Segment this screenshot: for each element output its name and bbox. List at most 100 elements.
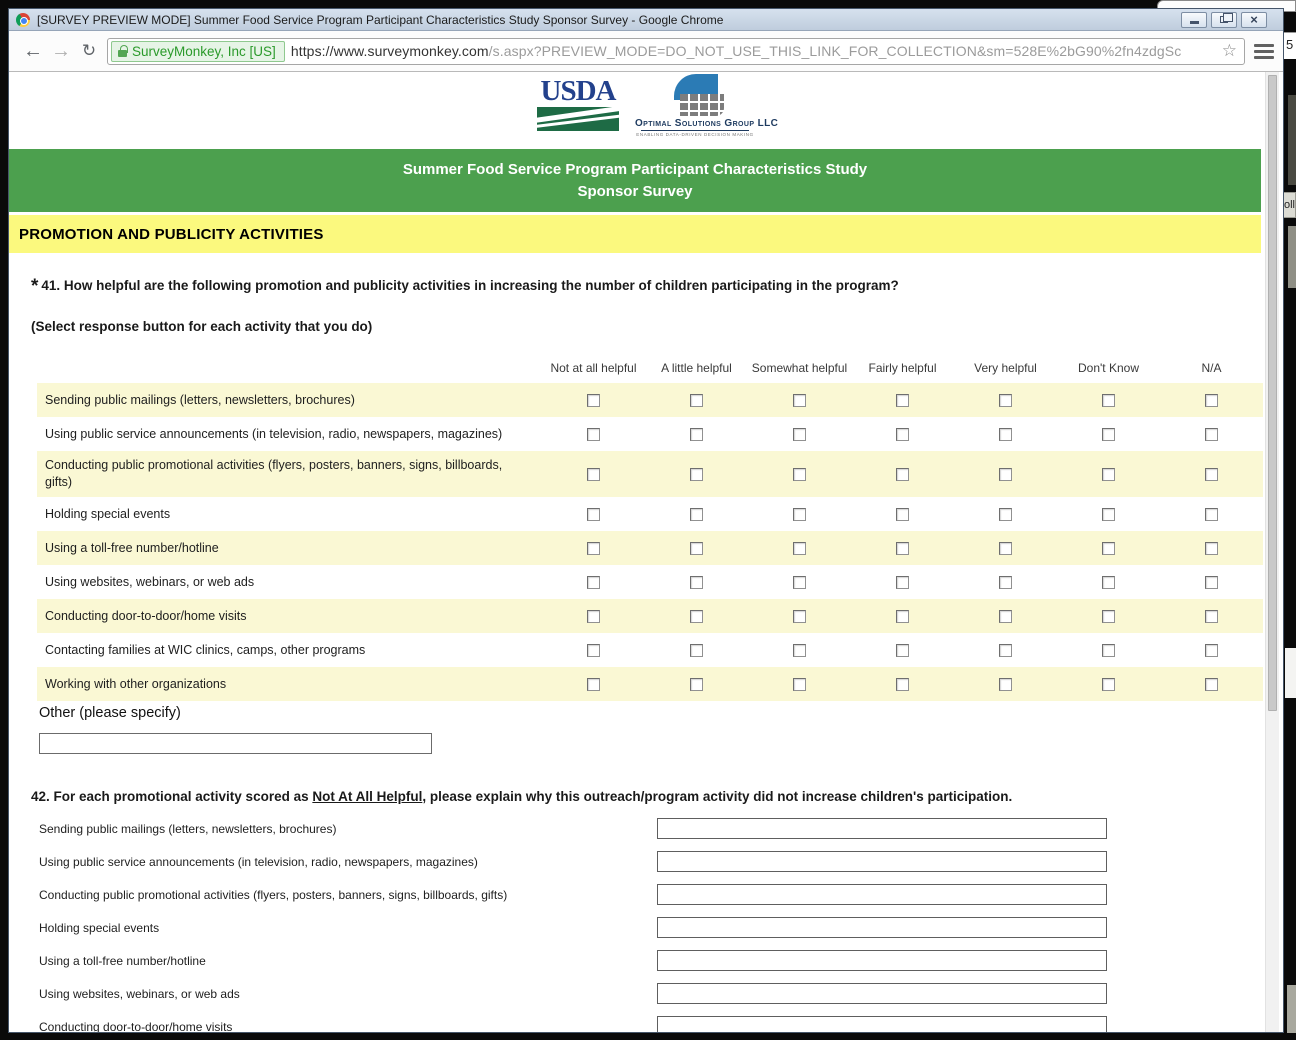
rating-checkbox[interactable] bbox=[999, 678, 1012, 691]
rating-checkbox[interactable] bbox=[1102, 678, 1115, 691]
rating-checkbox[interactable] bbox=[793, 678, 806, 691]
rating-checkbox[interactable] bbox=[896, 394, 909, 407]
osg-logo-grid-icon bbox=[664, 74, 726, 116]
rating-checkbox[interactable] bbox=[896, 678, 909, 691]
rating-checkbox[interactable] bbox=[690, 508, 703, 521]
rating-checkbox[interactable] bbox=[1102, 508, 1115, 521]
rating-checkbox[interactable] bbox=[793, 508, 806, 521]
rating-checkbox[interactable] bbox=[1102, 644, 1115, 657]
page-scrollbar[interactable] bbox=[1265, 72, 1279, 1032]
matrix-row: Contacting families at WIC clinics, camp… bbox=[37, 633, 1263, 667]
explanation-input[interactable] bbox=[657, 851, 1107, 872]
rating-checkbox[interactable] bbox=[1102, 610, 1115, 623]
restore-button[interactable] bbox=[1211, 12, 1237, 28]
rating-checkbox[interactable] bbox=[587, 678, 600, 691]
forward-button[interactable]: → bbox=[47, 40, 75, 63]
rating-checkbox[interactable] bbox=[999, 610, 1012, 623]
rating-checkbox[interactable] bbox=[896, 428, 909, 441]
rating-checkbox[interactable] bbox=[587, 508, 600, 521]
minimize-button[interactable] bbox=[1181, 12, 1207, 28]
rating-checkbox[interactable] bbox=[587, 542, 600, 555]
rating-checkbox[interactable] bbox=[896, 610, 909, 623]
explanation-row-label: Conducting door-to-door/home visits bbox=[39, 1020, 657, 1033]
explanation-input[interactable] bbox=[657, 983, 1107, 1004]
rating-checkbox[interactable] bbox=[1205, 542, 1218, 555]
address-bar[interactable]: SurveyMonkey, Inc [US] https://www.surve… bbox=[107, 38, 1245, 65]
rating-checkbox[interactable] bbox=[1205, 644, 1218, 657]
matrix-cell bbox=[954, 644, 1057, 657]
rating-checkbox[interactable] bbox=[999, 468, 1012, 481]
rating-checkbox[interactable] bbox=[1102, 468, 1115, 481]
rating-checkbox[interactable] bbox=[587, 394, 600, 407]
rating-checkbox[interactable] bbox=[587, 428, 600, 441]
close-button[interactable]: × bbox=[1241, 12, 1267, 28]
matrix-cell bbox=[851, 508, 954, 521]
rating-checkbox[interactable] bbox=[999, 428, 1012, 441]
rating-checkbox[interactable] bbox=[1205, 468, 1218, 481]
rating-checkbox[interactable] bbox=[690, 576, 703, 589]
bookmark-star-icon[interactable]: ☆ bbox=[1219, 41, 1240, 61]
rating-checkbox[interactable] bbox=[587, 610, 600, 623]
rating-checkbox[interactable] bbox=[690, 610, 703, 623]
rating-checkbox[interactable] bbox=[587, 576, 600, 589]
rating-checkbox[interactable] bbox=[896, 468, 909, 481]
rating-checkbox[interactable] bbox=[793, 428, 806, 441]
matrix-cell bbox=[1160, 508, 1263, 521]
matrix-cell bbox=[954, 468, 1057, 481]
reload-button[interactable]: ↻ bbox=[75, 41, 103, 61]
rating-checkbox[interactable] bbox=[896, 576, 909, 589]
rating-checkbox[interactable] bbox=[690, 542, 703, 555]
rating-checkbox[interactable] bbox=[793, 610, 806, 623]
rating-checkbox[interactable] bbox=[999, 542, 1012, 555]
rating-checkbox[interactable] bbox=[1102, 576, 1115, 589]
rating-checkbox[interactable] bbox=[1205, 394, 1218, 407]
explanation-input[interactable] bbox=[657, 1016, 1107, 1032]
rating-checkbox[interactable] bbox=[1102, 394, 1115, 407]
rating-checkbox[interactable] bbox=[999, 576, 1012, 589]
rating-checkbox[interactable] bbox=[690, 428, 703, 441]
rating-checkbox[interactable] bbox=[690, 678, 703, 691]
rating-checkbox[interactable] bbox=[690, 468, 703, 481]
rating-checkbox[interactable] bbox=[587, 468, 600, 481]
explanation-input[interactable] bbox=[657, 950, 1107, 971]
rating-checkbox[interactable] bbox=[1205, 576, 1218, 589]
matrix-cell bbox=[542, 678, 645, 691]
explanation-row-label: Sending public mailings (letters, newsle… bbox=[39, 822, 657, 836]
scrollbar-thumb[interactable] bbox=[1268, 75, 1277, 711]
rating-checkbox[interactable] bbox=[999, 644, 1012, 657]
rating-checkbox[interactable] bbox=[1205, 678, 1218, 691]
rating-checkbox[interactable] bbox=[793, 468, 806, 481]
explanation-input[interactable] bbox=[657, 917, 1107, 938]
matrix-column-header: Fairly helpful bbox=[851, 361, 954, 383]
rating-checkbox[interactable] bbox=[690, 644, 703, 657]
rating-checkbox[interactable] bbox=[793, 576, 806, 589]
rating-checkbox[interactable] bbox=[793, 644, 806, 657]
window-titlebar[interactable]: [SURVEY PREVIEW MODE] Summer Food Servic… bbox=[9, 9, 1283, 31]
rating-checkbox[interactable] bbox=[896, 508, 909, 521]
rating-checkbox[interactable] bbox=[1102, 542, 1115, 555]
explanation-input[interactable] bbox=[657, 818, 1107, 839]
matrix-cell bbox=[542, 610, 645, 623]
rating-checkbox[interactable] bbox=[793, 394, 806, 407]
rating-checkbox[interactable] bbox=[1102, 428, 1115, 441]
rating-checkbox[interactable] bbox=[1205, 610, 1218, 623]
rating-checkbox[interactable] bbox=[1205, 428, 1218, 441]
rating-checkbox[interactable] bbox=[999, 394, 1012, 407]
back-button[interactable]: ← bbox=[19, 40, 47, 63]
matrix-row-label: Working with other organizations bbox=[37, 670, 542, 699]
ev-badge-label: SurveyMonkey, Inc [US] bbox=[132, 44, 276, 59]
rating-checkbox[interactable] bbox=[999, 508, 1012, 521]
rating-checkbox[interactable] bbox=[587, 644, 600, 657]
explanation-input[interactable] bbox=[657, 884, 1107, 905]
rating-checkbox[interactable] bbox=[1205, 508, 1218, 521]
menu-icon[interactable] bbox=[1253, 44, 1275, 59]
chrome-logo-icon bbox=[16, 13, 30, 27]
other-specify-input[interactable] bbox=[39, 733, 432, 754]
rating-checkbox[interactable] bbox=[896, 542, 909, 555]
osg-logo-name: Optimal Solutions Group LLC bbox=[635, 118, 755, 129]
close-icon: × bbox=[1250, 13, 1258, 26]
rating-checkbox[interactable] bbox=[690, 394, 703, 407]
ev-certificate-badge[interactable]: SurveyMonkey, Inc [US] bbox=[111, 41, 285, 62]
rating-checkbox[interactable] bbox=[896, 644, 909, 657]
rating-checkbox[interactable] bbox=[793, 542, 806, 555]
